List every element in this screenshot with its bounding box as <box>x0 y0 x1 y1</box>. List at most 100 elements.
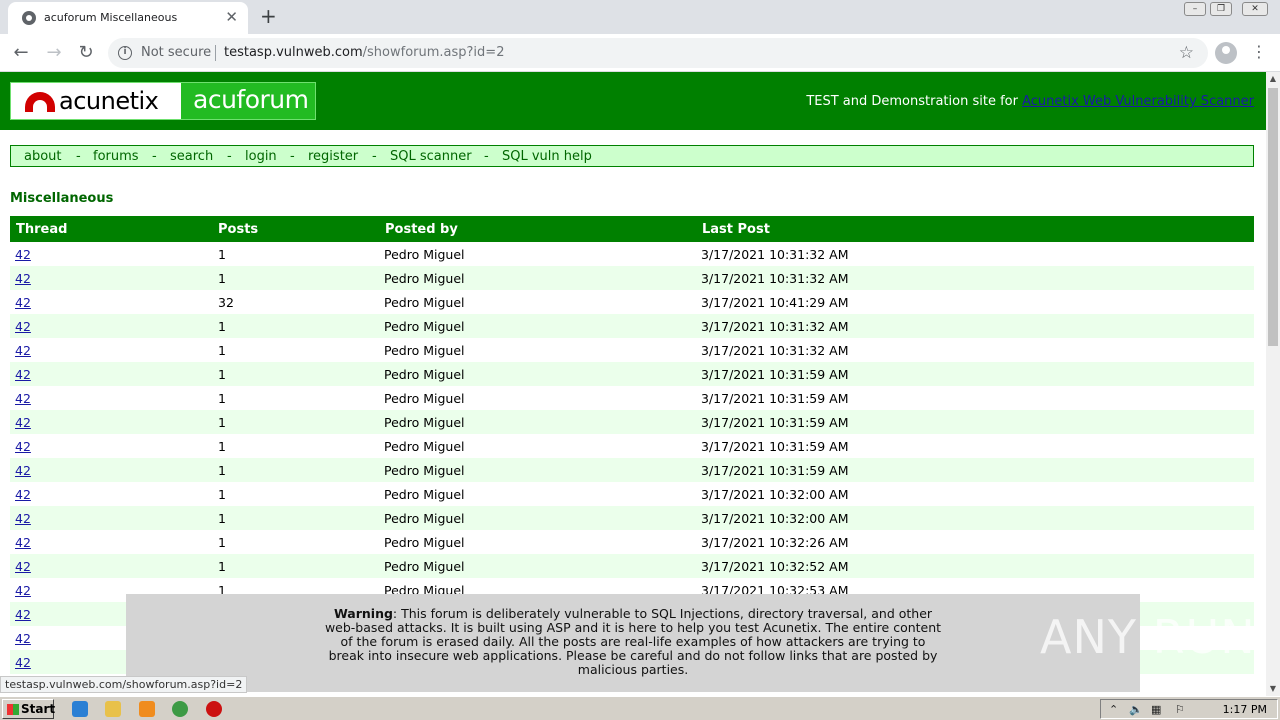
acuforum-logo: acuforum <box>181 83 315 119</box>
cell-last-post: 3/17/2021 10:31:59 AM <box>701 463 849 478</box>
cell-posted-by: Pedro Miguel <box>384 415 465 430</box>
chrome-icon[interactable] <box>172 701 188 717</box>
thread-link[interactable]: 42 <box>15 367 31 382</box>
acunetix-mark-icon <box>25 92 55 112</box>
anyrun-watermark: ANY RUN <box>1040 610 1256 664</box>
nav-separator: - <box>227 149 232 164</box>
page-viewport: acunetix acuforum TEST and Demonstration… <box>0 72 1266 696</box>
globe-icon <box>22 11 36 25</box>
url-host: testasp.vulnweb.com <box>224 45 363 60</box>
thread-link[interactable]: 42 <box>15 391 31 406</box>
thread-link[interactable]: 42 <box>15 439 31 454</box>
thread-link[interactable]: 42 <box>15 559 31 574</box>
minimize-icon[interactable]: – <box>1184 2 1206 16</box>
start-button[interactable]: Start <box>2 699 55 719</box>
tagline-link[interactable]: Acunetix Web Vulnerability Scanner <box>1022 94 1254 109</box>
action-center-flag-icon[interactable]: ⚐ <box>1175 703 1185 716</box>
nav-forums[interactable]: forums <box>93 149 139 164</box>
nav-sql-scanner[interactable]: SQL scanner <box>390 149 472 164</box>
cell-posted-by: Pedro Miguel <box>384 535 465 550</box>
column-header-thread: Thread <box>16 222 68 237</box>
nav-login[interactable]: login <box>245 149 277 164</box>
nav-about[interactable]: about <box>24 149 62 164</box>
table-row: 42 1 Pedro Miguel 3/17/2021 10:31:32 AM <box>10 242 1254 266</box>
cell-posted-by: Pedro Miguel <box>384 247 465 262</box>
warning-text: : This forum is deliberately vulnerable … <box>324 606 942 677</box>
cell-last-post: 3/17/2021 10:31:32 AM <box>701 343 849 358</box>
reload-icon[interactable]: ↻ <box>74 41 98 65</box>
cell-last-post: 3/17/2021 10:31:32 AM <box>701 319 849 334</box>
restore-icon[interactable]: ❐ <box>1210 2 1232 16</box>
nav-sql-vuln-help[interactable]: SQL vuln help <box>502 149 592 164</box>
thread-link[interactable]: 42 <box>15 487 31 502</box>
bookmark-star-icon[interactable]: ☆ <box>1179 43 1194 63</box>
table-row: 42 1 Pedro Miguel 3/17/2021 10:32:00 AM <box>10 506 1254 530</box>
thread-link[interactable]: 42 <box>15 631 31 646</box>
ie-icon[interactable] <box>72 701 88 717</box>
thread-link[interactable]: 42 <box>15 415 31 430</box>
thread-link[interactable]: 42 <box>15 343 31 358</box>
cell-posts: 1 <box>218 559 226 574</box>
thread-link[interactable]: 42 <box>15 655 31 670</box>
table-row: 42 1 Pedro Miguel 3/17/2021 10:31:59 AM <box>10 362 1254 386</box>
thread-link[interactable]: 42 <box>15 463 31 478</box>
site-tagline: TEST and Demonstration site for Acunetix… <box>806 94 1254 109</box>
table-row: 42 32 Pedro Miguel 3/17/2021 10:41:29 AM <box>10 290 1254 314</box>
thread-link[interactable]: 42 <box>15 271 31 286</box>
network-icon[interactable]: ▦ <box>1151 703 1161 716</box>
browser-toolbar: ← → ↻ i Not secure testasp.vulnweb.com/s… <box>0 34 1280 72</box>
page-scrollbar[interactable]: ▲ ▼ <box>1266 72 1280 696</box>
cell-last-post: 3/17/2021 10:32:52 AM <box>701 559 849 574</box>
thread-link[interactable]: 42 <box>15 535 31 550</box>
close-window-icon[interactable]: ✕ <box>1242 2 1268 16</box>
new-tab-button[interactable]: + <box>260 4 277 28</box>
scroll-up-icon[interactable]: ▲ <box>1266 72 1280 86</box>
cell-thread: 42 <box>15 607 31 622</box>
cell-thread: 42 <box>15 583 31 598</box>
acunetix-logo-text: acunetix <box>59 87 159 115</box>
cell-thread: 42 <box>15 655 31 670</box>
column-header-last-post: Last Post <box>702 222 770 237</box>
address-bar[interactable]: i Not secure testasp.vulnweb.com/showfor… <box>108 38 1208 68</box>
thread-link[interactable]: 42 <box>15 583 31 598</box>
taskbar-clock[interactable]: 1:17 PM <box>1223 703 1267 716</box>
nav-separator: - <box>372 149 377 164</box>
url-text[interactable]: testasp.vulnweb.com/showforum.asp?id=2 <box>224 45 504 60</box>
back-icon[interactable]: ← <box>9 41 33 65</box>
forward-icon[interactable]: → <box>42 41 66 65</box>
site-nav-menu: about - forums - search - login - regist… <box>10 145 1254 167</box>
site-logo[interactable]: acunetix acuforum <box>10 82 316 120</box>
profile-avatar-icon[interactable] <box>1215 42 1237 64</box>
tray-expand-icon[interactable]: ⌃ <box>1109 703 1118 716</box>
nav-search[interactable]: search <box>170 149 213 164</box>
nav-register[interactable]: register <box>308 149 358 164</box>
thread-link[interactable]: 42 <box>15 511 31 526</box>
table-row: 42 1 Pedro Miguel 3/17/2021 10:31:59 AM <box>10 458 1254 482</box>
cell-thread: 42 <box>15 343 31 358</box>
cell-last-post: 3/17/2021 10:32:00 AM <box>701 511 849 526</box>
antivirus-icon[interactable] <box>206 701 222 717</box>
volume-icon[interactable]: 🔈 <box>1129 703 1143 716</box>
cell-thread: 42 <box>15 391 31 406</box>
explorer-folder-icon[interactable] <box>105 701 121 717</box>
thread-link[interactable]: 42 <box>15 319 31 334</box>
thread-link[interactable]: 42 <box>15 607 31 622</box>
cell-thread: 42 <box>15 247 31 262</box>
scroll-down-icon[interactable]: ▼ <box>1266 682 1280 696</box>
media-player-icon[interactable] <box>139 701 155 717</box>
tagline-text: TEST and Demonstration site for <box>806 94 1018 109</box>
cell-thread: 42 <box>15 535 31 550</box>
cell-last-post: 3/17/2021 10:41:29 AM <box>701 295 849 310</box>
tab-active[interactable]: acuforum Miscellaneous ✕ <box>8 2 248 34</box>
cell-posted-by: Pedro Miguel <box>384 271 465 286</box>
info-icon[interactable]: i <box>118 46 132 60</box>
cell-posted-by: Pedro Miguel <box>384 439 465 454</box>
kebab-menu-icon[interactable]: ⋮ <box>1251 42 1267 62</box>
scroll-thumb[interactable] <box>1268 88 1278 346</box>
cell-posts: 1 <box>218 463 226 478</box>
thread-link[interactable]: 42 <box>15 247 31 262</box>
thread-link[interactable]: 42 <box>15 295 31 310</box>
cell-thread: 42 <box>15 511 31 526</box>
close-tab-icon[interactable]: ✕ <box>225 8 238 26</box>
cell-thread: 42 <box>15 295 31 310</box>
